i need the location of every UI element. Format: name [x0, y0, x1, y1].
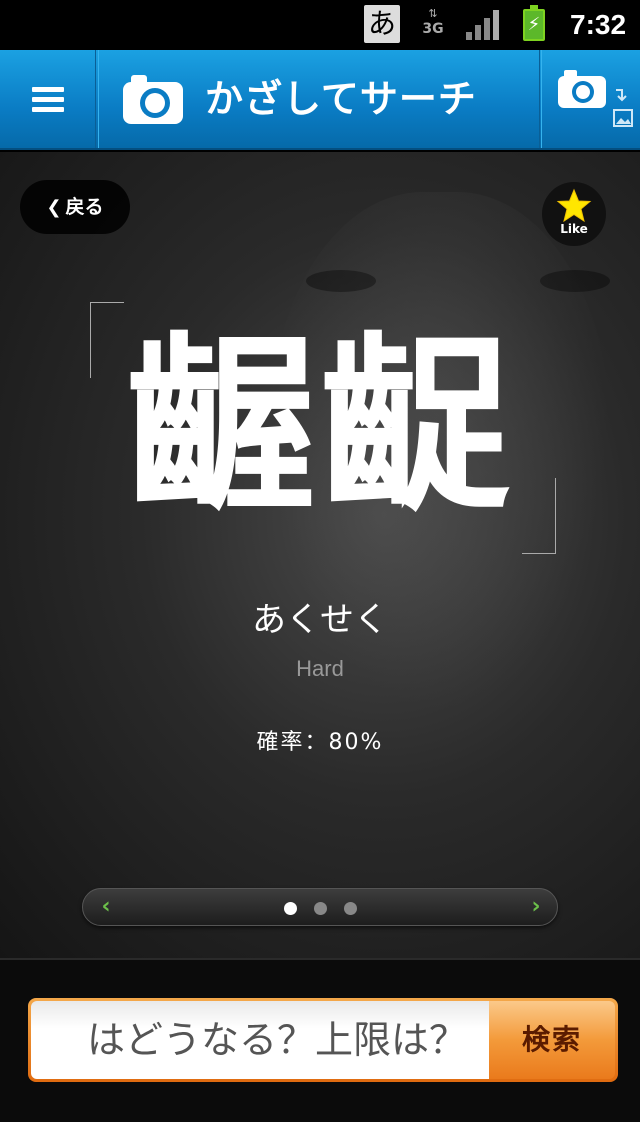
data-arrows-icon: ⇅ — [428, 7, 438, 20]
probability-label: 確率：80% — [256, 730, 384, 755]
chevron-left-icon: ‹ — [101, 894, 111, 919]
search-box: はどうなる？上限は？ 検索 — [28, 998, 618, 1082]
difficulty-label: Hard — [296, 656, 344, 681]
ime-indicator: あ — [364, 5, 400, 43]
search-input-text: はどうなる？上限は？ — [86, 1018, 467, 1062]
app-title: かざしてサーチ — [205, 77, 477, 121]
chevron-right-icon: › — [531, 894, 541, 919]
back-button[interactable]: ❮ 戻る — [20, 180, 130, 234]
background-photo-detail — [540, 270, 610, 292]
status-bar: あ ⇅ 3G ⚡ 7:32 — [0, 0, 640, 50]
app-header: かざしてサーチ — [0, 50, 640, 150]
search-input[interactable]: はどうなる？上限は？ — [31, 1001, 489, 1079]
page-dot[interactable] — [314, 902, 327, 915]
search-button[interactable]: 検索 — [489, 1001, 615, 1079]
clock: 7:32 — [570, 9, 627, 40]
page-dot[interactable] — [344, 902, 357, 915]
network-indicator: ⇅ 3G — [420, 8, 446, 42]
camera-switch-button[interactable] — [541, 50, 640, 148]
network-type: 3G — [422, 21, 444, 37]
signal-icon — [466, 10, 500, 40]
search-bar: はどうなる？上限は？ 検索 — [0, 958, 640, 1122]
background-photo-detail — [306, 270, 376, 292]
like-button[interactable]: Like — [542, 182, 606, 246]
page-dot[interactable] — [284, 902, 297, 915]
battery-icon: ⚡ — [523, 5, 545, 41]
result-panel: ❮ 戻る Like 齷齪 あくせく Hard 確率：80% ‹ › — [0, 152, 640, 958]
like-label: Like — [560, 222, 588, 236]
menu-button[interactable] — [0, 50, 96, 148]
recognized-word: 齷齪 — [125, 316, 514, 537]
prev-page-button[interactable]: ‹ — [93, 893, 119, 921]
back-label: 戻る — [65, 196, 104, 218]
result-pager: ‹ › — [82, 888, 558, 926]
camera-icon — [123, 75, 183, 124]
word-reading: あくせく — [252, 600, 388, 640]
chevron-left-icon: ❮ — [46, 197, 62, 218]
brand: かざしてサーチ — [98, 50, 540, 148]
camera-switch-icon — [558, 70, 633, 127]
star-icon — [556, 188, 592, 223]
next-page-button[interactable]: › — [523, 893, 549, 921]
